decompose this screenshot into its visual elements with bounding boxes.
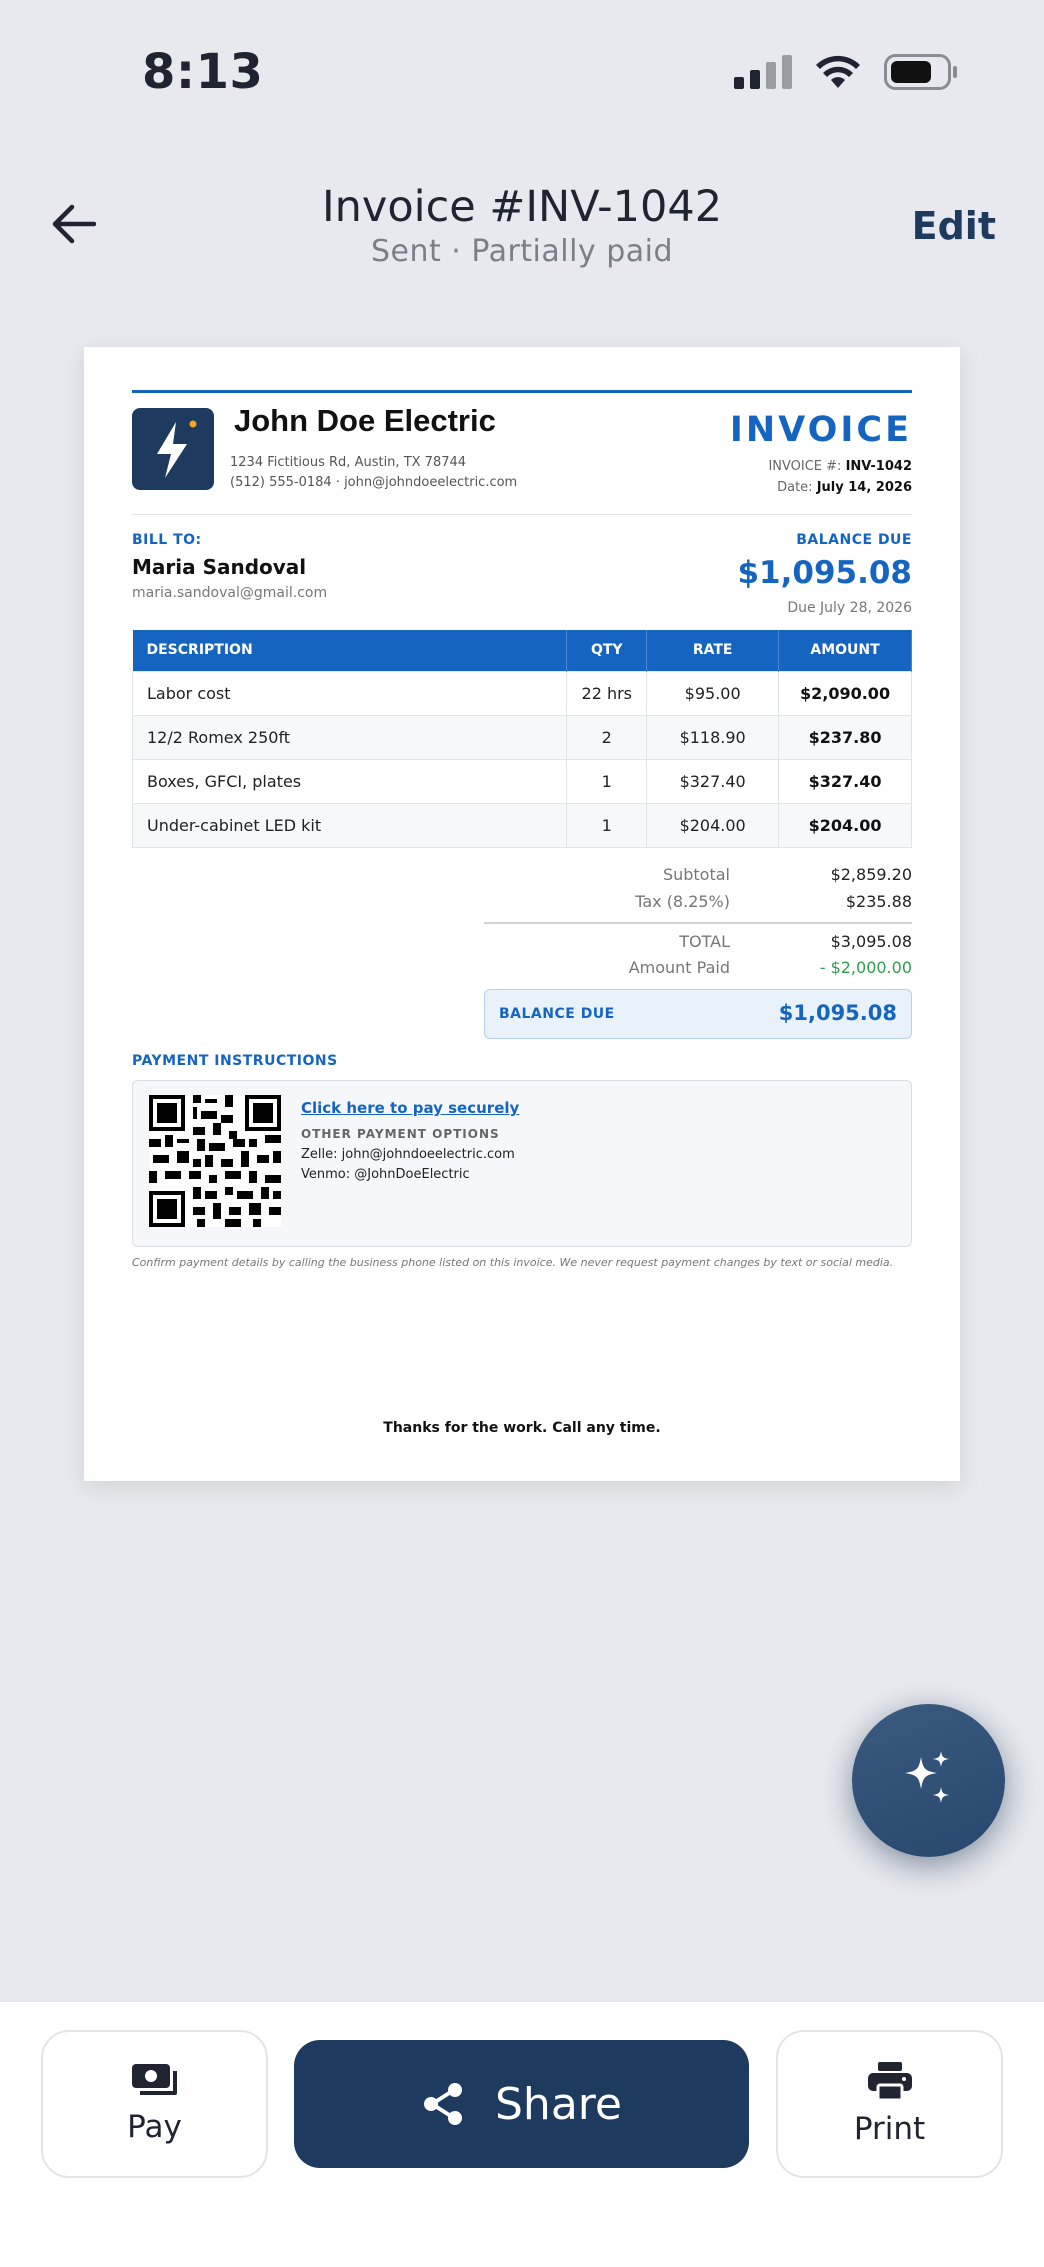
table-header-row: DESCRIPTION QTY RATE AMOUNT (132, 630, 912, 671)
item-description: Labor cost (131, 670, 568, 716)
item-rate: $327.40 (646, 758, 780, 804)
invoice-date-value: July 14, 2026 (816, 480, 912, 495)
invoice-number-value: INV-1042 (845, 459, 912, 474)
column-header: AMOUNT (778, 630, 912, 671)
thank-you-note: Thanks for the work. Call any time. (383, 1420, 661, 1436)
status-icons (734, 54, 958, 90)
table-row: 12/2 Romex 250ft 2 $118.90 $237.80 (131, 714, 912, 760)
item-rate: $118.90 (646, 714, 780, 760)
item-amount: $237.80 (778, 714, 912, 760)
item-description: Under-cabinet LED kit (131, 802, 568, 848)
balance-due-label: BALANCE DUE (796, 532, 912, 548)
qr-code-icon (149, 1095, 281, 1227)
subtotal-value: $2,859.20 (830, 865, 912, 884)
edit-button[interactable]: Edit (912, 204, 996, 248)
business-address: 1234 Fictitious Rd, Austin, TX 78744 (230, 455, 467, 470)
table-row: Labor cost 22 hrs $95.00 $2,090.00 (131, 670, 912, 716)
item-qty: 2 (566, 714, 648, 760)
invoice-date: Date: July 14, 2026 (777, 480, 912, 495)
client-email: maria.sandoval@gmail.com (132, 585, 328, 601)
balance-due-box: BALANCE DUE $1,095.08 (484, 989, 912, 1039)
item-qty: 22 hrs (566, 670, 648, 716)
pay-button[interactable]: Pay (41, 2030, 268, 2178)
divider (132, 514, 912, 515)
ai-assist-button[interactable] (852, 1704, 1005, 1857)
bill-to-label: BILL TO: (132, 532, 202, 548)
column-header: DESCRIPTION (132, 630, 568, 671)
item-qty: 1 (566, 758, 648, 804)
invoice-heading: INVOICE (729, 410, 912, 450)
total-value: $3,095.08 (830, 932, 912, 951)
payment-instructions-box: Click here to pay securely OTHER PAYMENT… (132, 1080, 912, 1247)
client-name: Maria Sandoval (132, 555, 307, 579)
invoice-number: INVOICE #: INV-1042 (768, 459, 912, 474)
other-payment-options-label: OTHER PAYMENT OPTIONS (301, 1127, 500, 1141)
item-rate: $204.00 (646, 802, 780, 848)
tax-value: $235.88 (845, 892, 912, 911)
invoice-number-label: INVOICE #: (768, 459, 842, 474)
venmo-info: Venmo: @JohnDoeElectric (301, 1167, 470, 1182)
business-logo (132, 408, 214, 490)
column-header: QTY (566, 630, 648, 671)
share-label: Share (495, 2078, 622, 2130)
table-row: Boxes, GFCI, plates 1 $327.40 $327.40 (131, 758, 912, 804)
signal-icon (734, 55, 792, 89)
line-items-table: DESCRIPTION QTY RATE AMOUNT Labor cost 2… (131, 630, 912, 848)
subtotal-label: Subtotal (662, 865, 730, 884)
item-amount: $327.40 (778, 758, 912, 804)
share-icon (424, 2083, 462, 2125)
balance-box-label: BALANCE DUE (499, 1006, 615, 1022)
table-row: Under-cabinet LED kit 1 $204.00 $204.00 (131, 802, 912, 848)
cash-icon (131, 2064, 177, 2095)
status-time: 8:13 (142, 44, 264, 100)
balance-due-amount: $1,095.08 (737, 555, 912, 591)
item-description: Boxes, GFCI, plates (131, 758, 568, 804)
zelle-info: Zelle: john@johndoeelectric.com (301, 1147, 515, 1162)
pay-securely-link[interactable]: Click here to pay securely (301, 1099, 519, 1117)
share-button[interactable]: Share (294, 2040, 749, 2168)
printer-icon (867, 2062, 912, 2101)
business-contact: (512) 555-0184 · john@johndoeelectric.co… (230, 475, 518, 490)
column-header: RATE (646, 630, 780, 671)
item-amount: $2,090.00 (778, 670, 912, 716)
page-title: Invoice #INV-1042 (321, 182, 723, 232)
invoice-date-label: Date: (777, 480, 813, 495)
amount-paid-value: - $2,000.00 (819, 958, 912, 977)
totals-divider (484, 922, 912, 924)
balance-box-value: $1,095.08 (778, 1001, 897, 1025)
payment-instructions-label: PAYMENT INSTRUCTIONS (132, 1053, 338, 1069)
item-rate: $95.00 (646, 670, 780, 716)
amount-paid-label: Amount Paid (628, 958, 730, 977)
bottom-action-bar: Pay Share Print (0, 2001, 1044, 2267)
print-label: Print (853, 2111, 926, 2147)
wifi-icon (816, 55, 860, 88)
total-label: TOTAL (679, 932, 730, 951)
print-button[interactable]: Print (776, 2030, 1003, 2178)
battery-icon (884, 54, 957, 90)
item-description: 12/2 Romex 250ft (131, 714, 568, 760)
disclaimer: Confirm payment details by calling the b… (132, 1256, 894, 1269)
business-name: John Doe Electric (234, 403, 496, 438)
invoice-preview: John Doe Electric 1234 Fictitious Rd, Au… (84, 347, 960, 1481)
item-amount: $204.00 (778, 802, 912, 848)
pay-label: Pay (127, 2109, 182, 2145)
item-qty: 1 (566, 802, 648, 848)
invoice-status: Sent · Partially paid (370, 234, 674, 269)
tax-label: Tax (8.25%) (635, 892, 730, 911)
header-rule (132, 390, 912, 393)
bolt-icon (157, 420, 197, 478)
due-date: Due July 28, 2026 (787, 600, 912, 616)
sparkle-icon (904, 1750, 949, 1803)
